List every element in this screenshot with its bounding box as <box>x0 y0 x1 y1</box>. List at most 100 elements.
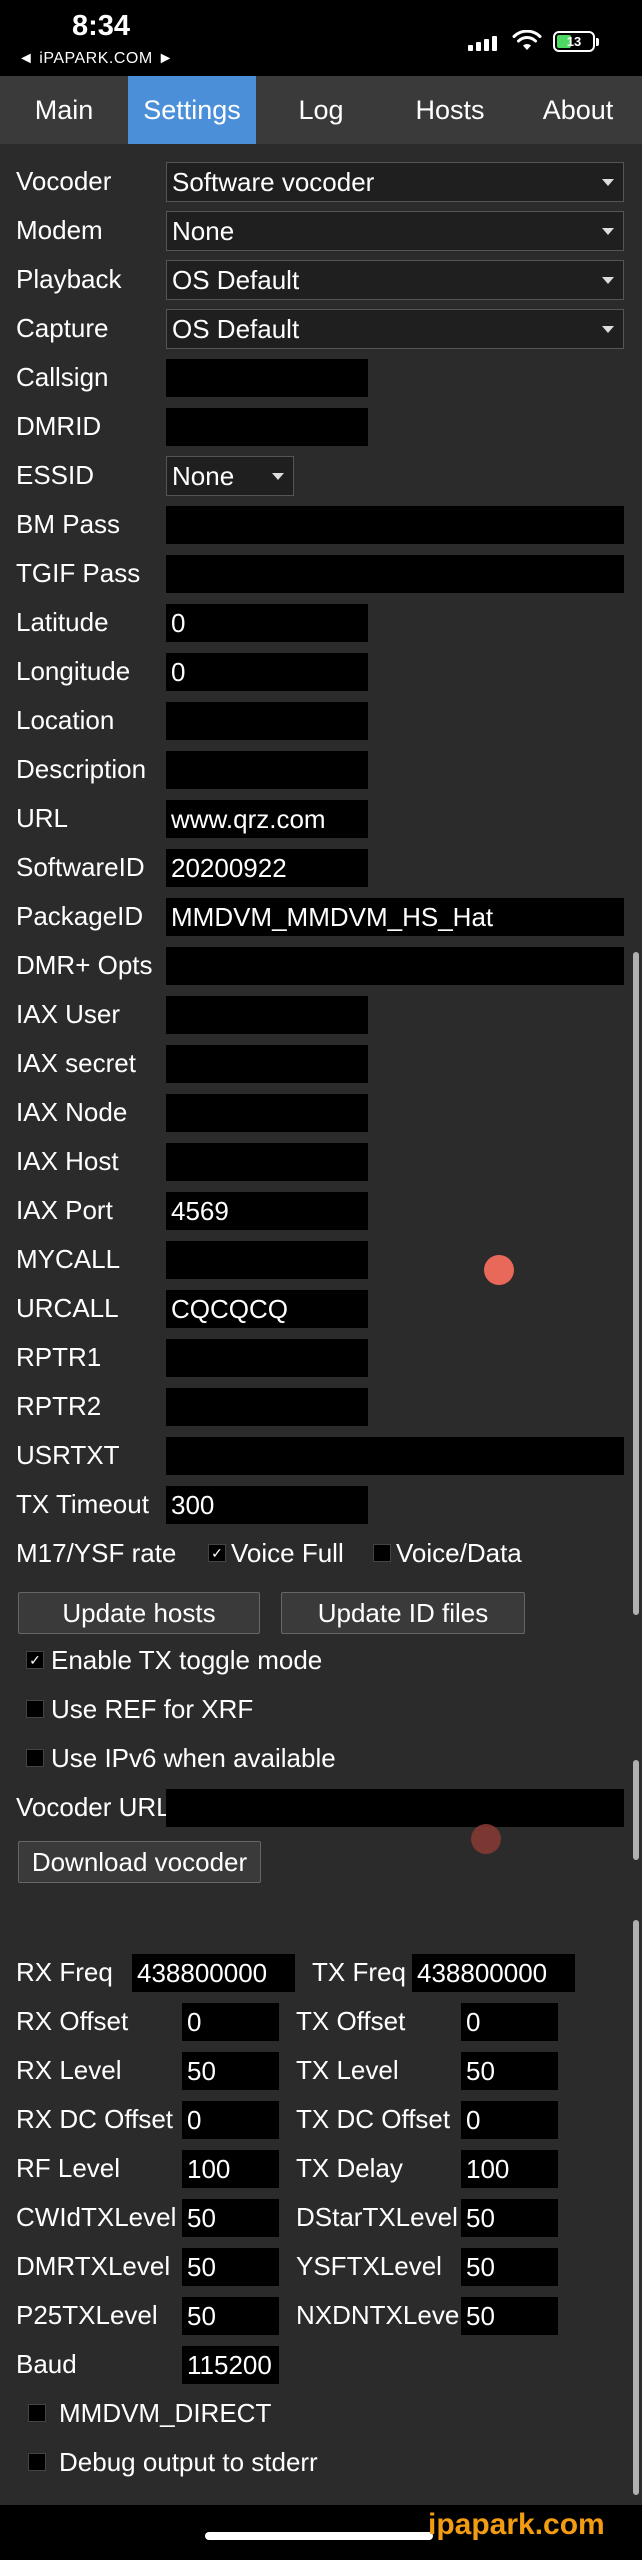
settings-scrollbar[interactable] <box>633 952 639 1615</box>
essid-value: None <box>172 461 235 491</box>
package-id-input[interactable]: MMDVM_MMDVM_HS_Hat <box>166 898 624 936</box>
voice-full-checkbox[interactable]: ✓ <box>208 1544 226 1562</box>
iax-host-input[interactable] <box>166 1143 368 1181</box>
modem-select[interactable]: None <box>166 211 624 251</box>
back-to-app-link[interactable]: ◄ iPAPARK.COM ► <box>18 50 174 68</box>
bm-pass-label: BM Pass <box>16 509 121 539</box>
location-input[interactable] <box>166 702 368 740</box>
debug-output-checkbox[interactable] <box>28 2453 46 2471</box>
baud-input[interactable]: 115200 <box>182 2346 279 2384</box>
urcall-label: URCALL <box>16 1293 119 1323</box>
description-label: Description <box>16 754 147 784</box>
modem-row: Modem None <box>0 206 642 255</box>
usrtxt-row: USRTXT <box>0 1431 642 1480</box>
capture-select[interactable]: OS Default <box>166 309 624 349</box>
mmdvm-direct-checkbox[interactable] <box>28 2404 46 2422</box>
latitude-input[interactable]: 0 <box>166 604 368 642</box>
tx-level-input[interactable]: 50 <box>461 2052 558 2090</box>
bm-pass-input[interactable] <box>166 506 624 544</box>
software-id-row: SoftwareID 20200922 <box>0 843 642 892</box>
rx-level-label: RX Level <box>16 2055 122 2085</box>
iax-secret-input[interactable] <box>166 1045 368 1083</box>
rf-scrollbar[interactable] <box>633 1920 639 2495</box>
dmr-tx-level-label: DMRTXLevel <box>16 2251 171 2281</box>
url-input[interactable]: www.qrz.com <box>166 800 368 838</box>
rx-dc-offset-input[interactable]: 0 <box>182 2101 279 2139</box>
dmrid-input[interactable] <box>166 408 368 446</box>
rx-level-input[interactable]: 50 <box>182 2052 279 2090</box>
level-row: RX Level 50 TX Level 50 <box>0 2046 642 2095</box>
dstar-tx-level-input[interactable]: 50 <box>461 2199 558 2237</box>
dmr-opts-input[interactable] <box>166 947 624 985</box>
playback-select[interactable]: OS Default <box>166 260 624 300</box>
rptr1-input[interactable] <box>166 1339 368 1377</box>
usrtxt-input[interactable] <box>166 1437 624 1475</box>
mycall-input[interactable] <box>166 1241 368 1279</box>
enable-tx-toggle-checkbox[interactable]: ✓ <box>26 1651 44 1669</box>
dmr-tx-level-input[interactable]: 50 <box>182 2248 279 2286</box>
tab-hosts[interactable]: Hosts <box>386 76 514 144</box>
software-id-label: SoftwareID <box>16 852 145 882</box>
battery-percent: 13 <box>566 34 582 49</box>
iax-user-input[interactable] <box>166 996 368 1034</box>
vocoder-url-row: Vocoder URL <box>0 1783 642 1832</box>
iax-secret-row: IAX secret <box>0 1039 642 1088</box>
iax-port-input[interactable]: 4569 <box>166 1192 368 1230</box>
rptr2-label: RPTR2 <box>16 1391 102 1421</box>
cwid-tx-level-input[interactable]: 50 <box>182 2199 279 2237</box>
update-id-files-button[interactable]: Update ID files <box>281 1592 525 1634</box>
tab-main[interactable]: Main <box>0 76 128 144</box>
p25-tx-level-input[interactable]: 50 <box>182 2297 279 2335</box>
tx-offset-input[interactable]: 0 <box>461 2003 558 2041</box>
tx-freq-label: TX Freq <box>312 1957 406 1987</box>
tgif-pass-input[interactable] <box>166 555 624 593</box>
urcall-input[interactable]: CQCQCQ <box>166 1290 368 1328</box>
vocoder-select[interactable]: Software vocoder <box>166 162 624 202</box>
iax-user-row: IAX User <box>0 990 642 1039</box>
nxdn-tx-level-input[interactable]: 50 <box>461 2297 558 2335</box>
tab-settings[interactable]: Settings <box>128 76 256 144</box>
use-ref-xrf-checkbox[interactable] <box>26 1700 44 1718</box>
playback-label: Playback <box>16 264 122 294</box>
tx-delay-input[interactable]: 100 <box>461 2150 558 2188</box>
dmrid-row: DMRID <box>0 402 642 451</box>
rf-level-label: RF Level <box>16 2153 121 2183</box>
software-id-input[interactable]: 20200922 <box>166 849 368 887</box>
battery-icon: 13 <box>553 31 599 52</box>
download-vocoder-button[interactable]: Download vocoder <box>18 1841 261 1883</box>
ysf-tx-level-input[interactable]: 50 <box>461 2248 558 2286</box>
location-label: Location <box>16 705 115 735</box>
rptr2-input[interactable] <box>166 1388 368 1426</box>
update-hosts-button[interactable]: Update hosts <box>18 1592 260 1634</box>
tx-delay-label: TX Delay <box>296 2153 403 2183</box>
status-bar: 8:34 ◄ iPAPARK.COM ► 13 <box>0 0 642 76</box>
rx-offset-input[interactable]: 0 <box>182 2003 279 2041</box>
tx-timeout-row: TX Timeout 300 <box>0 1480 642 1529</box>
dstar-tx-level-label: DStarTXLevel <box>296 2202 458 2232</box>
longitude-input[interactable]: 0 <box>166 653 368 691</box>
callsign-input[interactable] <box>166 359 368 397</box>
rf-level-input[interactable]: 100 <box>182 2150 279 2188</box>
tab-about[interactable]: About <box>514 76 642 144</box>
p25-nxdn-row: P25TXLevel 50 NXDNTXLevel 50 <box>0 2291 642 2340</box>
home-indicator[interactable] <box>205 2532 433 2540</box>
tx-timeout-input[interactable]: 300 <box>166 1486 368 1524</box>
tab-log[interactable]: Log <box>256 76 386 144</box>
rx-freq-input[interactable]: 438800000 <box>132 1954 295 1992</box>
essid-select[interactable]: None <box>166 456 294 496</box>
dmr-ysf-row: DMRTXLevel 50 YSFTXLevel 50 <box>0 2242 642 2291</box>
usrtxt-label: USRTXT <box>16 1440 120 1470</box>
vocoder-url-input[interactable] <box>166 1789 624 1827</box>
voice-data-checkbox[interactable] <box>373 1544 391 1562</box>
use-ipv6-checkbox[interactable] <box>26 1749 44 1767</box>
m17-rate-label: M17/YSF rate <box>16 1538 177 1568</box>
tx-dc-offset-input[interactable]: 0 <box>461 2101 558 2139</box>
tx-freq-input[interactable]: 438800000 <box>412 1954 575 1992</box>
vocoder-scrollbar[interactable] <box>633 1760 639 1860</box>
description-input[interactable] <box>166 751 368 789</box>
chevron-down-icon <box>602 179 614 186</box>
use-ref-xrf-row: Use REF for XRF <box>0 1685 642 1734</box>
package-id-label: PackageID <box>16 901 144 931</box>
vocoder-value: Software vocoder <box>172 167 375 197</box>
iax-node-input[interactable] <box>166 1094 368 1132</box>
